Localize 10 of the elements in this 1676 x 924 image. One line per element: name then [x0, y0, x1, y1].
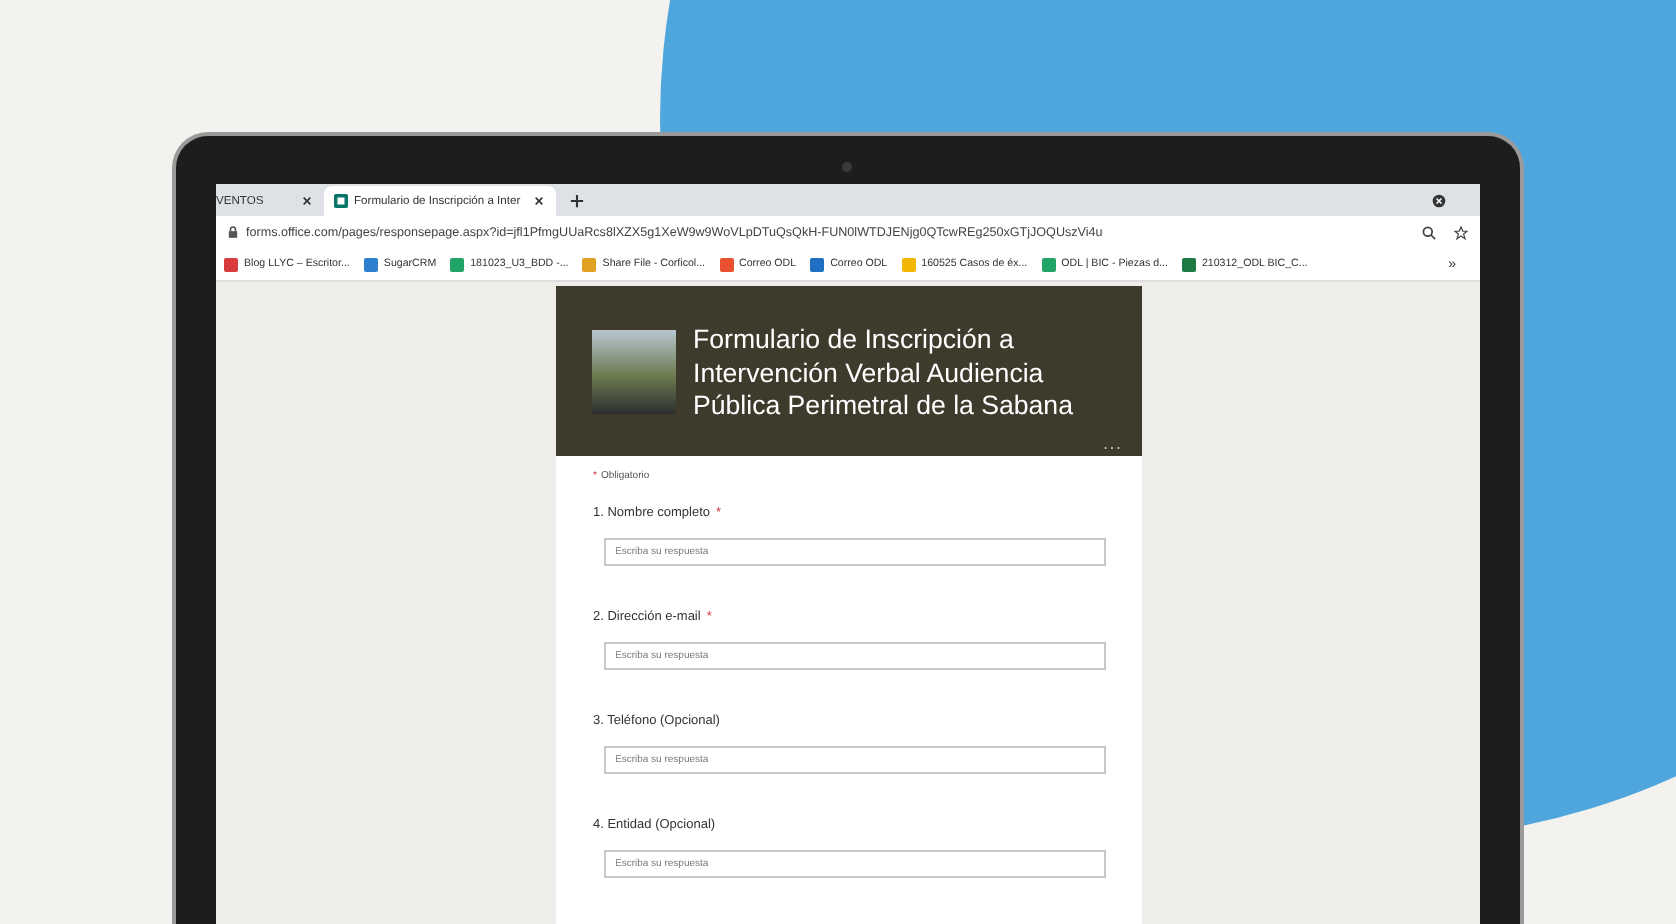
form-title: Formulario de Inscripción a Intervención Verbal Audiencia Pública Perimetral de la Sabana [693, 324, 1075, 424]
new-tab-icon[interactable] [570, 194, 584, 208]
lock-icon [228, 226, 238, 238]
camera-dot [842, 162, 852, 172]
close-icon[interactable] [302, 196, 312, 206]
close-icon[interactable] [534, 196, 544, 206]
forms-icon [334, 194, 348, 208]
photo-placeholder [591, 329, 675, 413]
zoom-icon[interactable] [1422, 225, 1436, 239]
star-icon[interactable] [1454, 225, 1468, 239]
